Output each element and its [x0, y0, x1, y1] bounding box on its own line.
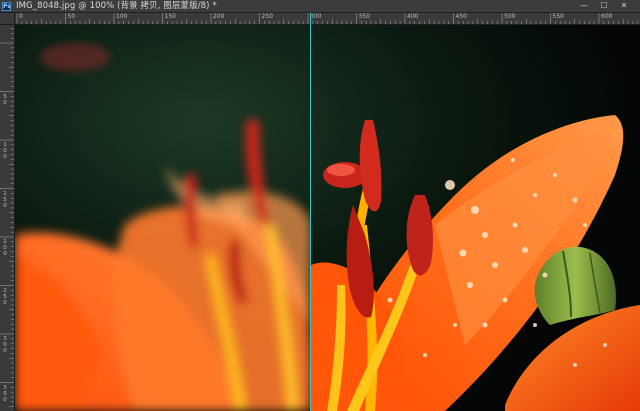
- ruler-label: 500: [504, 13, 516, 20]
- photoshop-document-window: Ps IMG_8048.jpg @ 100% (背景 拷贝, 图层蒙版/8) *…: [0, 0, 640, 411]
- minimize-button[interactable]: —: [574, 0, 594, 12]
- close-button[interactable]: ✕: [614, 0, 634, 12]
- ruler-label: 450: [455, 13, 467, 20]
- photoshop-app-icon: Ps: [2, 2, 11, 11]
- vertical-guide-line[interactable]: [310, 13, 311, 411]
- ruler-label: 350: [3, 384, 7, 403]
- flower-photo: [15, 25, 640, 411]
- horizontal-ruler-ticks: [16, 13, 639, 24]
- ruler-label: 250: [261, 13, 273, 20]
- ruler-label: 400: [407, 13, 419, 20]
- ruler-label: 250: [3, 287, 7, 306]
- vertical-ruler[interactable]: 50 100 150 200 250 300 350: [0, 25, 15, 411]
- ruler-label: 150: [164, 13, 176, 20]
- ruler-label: 300: [3, 336, 7, 354]
- ruler-label: 0: [19, 13, 23, 20]
- ruler-label: 200: [3, 239, 7, 257]
- horizontal-ruler[interactable]: 0 50 100 150 200 250 300 350 400 450 500 550 600: [15, 13, 640, 25]
- ruler-label: 150: [3, 190, 7, 209]
- ruler-label: 100: [116, 13, 128, 20]
- ruler-label: 350: [358, 13, 370, 20]
- ruler-label: 50: [3, 93, 7, 106]
- ruler-label: 100: [3, 142, 7, 160]
- title-bar[interactable]: Ps IMG_8048.jpg @ 100% (背景 拷贝, 图层蒙版/8) *…: [0, 0, 640, 13]
- ruler-label: 50: [67, 13, 76, 20]
- document-canvas[interactable]: [15, 25, 640, 411]
- ruler-origin-corner[interactable]: [0, 13, 15, 25]
- blurred-red-spot: [40, 43, 110, 71]
- ruler-label: 600: [601, 13, 613, 20]
- maximize-button[interactable]: ☐: [594, 0, 614, 12]
- ruler-label: 300: [310, 13, 322, 20]
- ruler-label: 550: [552, 13, 564, 20]
- document-title: IMG_8048.jpg @ 100% (背景 拷贝, 图层蒙版/8) *: [16, 1, 217, 11]
- ruler-label: 200: [213, 13, 225, 20]
